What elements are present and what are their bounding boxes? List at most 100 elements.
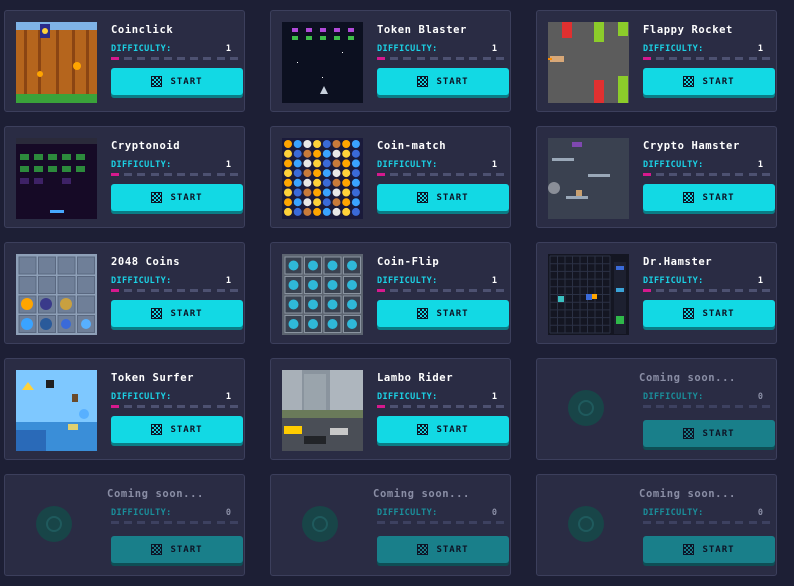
checkered-flag-icon [683,428,695,439]
difficulty-segment [735,57,744,60]
difficulty-segment [748,173,757,176]
difficulty-segment [150,405,159,408]
start-button[interactable]: START [111,184,243,211]
lambo-rider-thumbnail[interactable] [282,370,363,451]
difficulty-segment [682,405,691,408]
game-title: Coming soon... [639,372,736,384]
difficulty-segment [163,57,172,60]
game-title: Coin-match [377,140,447,152]
start-button[interactable]: START [111,300,243,327]
difficulty-segment [150,57,159,60]
difficulty-bar [377,405,509,408]
dr-hamster-thumbnail[interactable] [548,254,629,335]
difficulty-segment [695,57,704,60]
difficulty-segment [669,57,678,60]
coin-flip-thumbnail[interactable] [282,254,363,335]
difficulty-segment [190,289,199,292]
difficulty-value: 1 [491,44,497,54]
difficulty-label: DIFFICULTY: [377,44,438,54]
difficulty-segment [377,289,385,292]
difficulty-segment [722,173,731,176]
difficulty-segment [377,405,385,408]
difficulty-segment [669,521,678,524]
difficulty-segment [443,57,451,60]
difficulty-segment [643,173,651,176]
difficulty-segment [190,173,199,176]
difficulty-label: DIFFICULTY: [111,44,172,54]
difficulty-segment [216,289,225,292]
difficulty-segment [390,405,399,408]
difficulty-bar [111,289,243,292]
game-title: Dr.Hamster [643,256,713,268]
difficulty-segment [390,289,399,292]
start-button[interactable]: START [377,416,509,443]
difficulty-segment [482,289,491,292]
token-surfer-thumbnail[interactable] [16,370,97,451]
difficulty-segment [695,521,704,524]
start-button-label: START [170,192,203,203]
game-card: Flappy Rocket DIFFICULTY: 1 START [536,10,777,112]
game-card: Token Blaster DIFFICULTY: 1 START [270,10,511,112]
start-button[interactable]: START [643,536,775,563]
difficulty-segment [735,405,744,408]
difficulty-segment [669,405,678,408]
difficulty-bar [111,405,243,408]
start-button[interactable]: START [377,68,509,95]
difficulty-segment [111,405,119,408]
difficulty-segment [643,289,651,292]
difficulty-segment [761,405,770,408]
difficulty-segment [709,521,717,524]
start-button[interactable]: START [377,184,509,211]
difficulty-bar [377,173,509,176]
difficulty-segment [429,57,438,60]
difficulty-bar [643,521,775,524]
crypto-hamster-thumbnail[interactable] [548,138,629,219]
difficulty-value: 1 [491,160,497,170]
difficulty-segment [456,405,465,408]
difficulty-segment [177,57,185,60]
difficulty-segment [709,173,717,176]
difficulty-segment [203,289,212,292]
coin-match-thumbnail[interactable] [282,138,363,219]
start-button[interactable]: START [111,536,243,563]
difficulty-segment [735,521,744,524]
start-button[interactable]: START [377,536,509,563]
start-button[interactable]: START [643,184,775,211]
2048-coins-thumbnail[interactable] [16,254,97,335]
difficulty-value: 0 [757,392,763,402]
start-button[interactable]: START [643,420,775,447]
difficulty-segment [482,173,491,176]
difficulty-value: 0 [757,508,763,518]
coinclick-thumbnail[interactable] [16,22,97,103]
difficulty-value: 1 [225,392,231,402]
start-button[interactable]: START [643,68,775,95]
difficulty-segment [403,521,412,524]
difficulty-segment [216,57,225,60]
checkered-flag-icon [417,544,429,555]
difficulty-segment [137,173,146,176]
difficulty-label: DIFFICULTY: [643,160,704,170]
difficulty-segment [669,173,678,176]
flappy-rocket-thumbnail[interactable] [548,22,629,103]
start-button-label: START [436,308,469,319]
start-button[interactable]: START [643,300,775,327]
difficulty-segment [429,521,438,524]
difficulty-segment [111,173,119,176]
difficulty-segment [709,289,717,292]
difficulty-segment [403,289,412,292]
difficulty-segment [643,521,651,524]
difficulty-segment [390,57,399,60]
difficulty-segment [469,173,478,176]
placeholder-icon [568,390,604,426]
start-button[interactable]: START [111,416,243,443]
start-button[interactable]: START [377,300,509,327]
game-title: Coming soon... [639,488,736,500]
token-blaster-thumbnail[interactable] [282,22,363,103]
difficulty-segment [669,289,678,292]
game-card: Crypto Hamster DIFFICULTY: 1 START [536,126,777,228]
cryptonoid-thumbnail[interactable] [16,138,97,219]
checkered-flag-icon [417,308,429,319]
difficulty-segment [482,521,491,524]
start-button[interactable]: START [111,68,243,95]
difficulty-segment [722,405,731,408]
